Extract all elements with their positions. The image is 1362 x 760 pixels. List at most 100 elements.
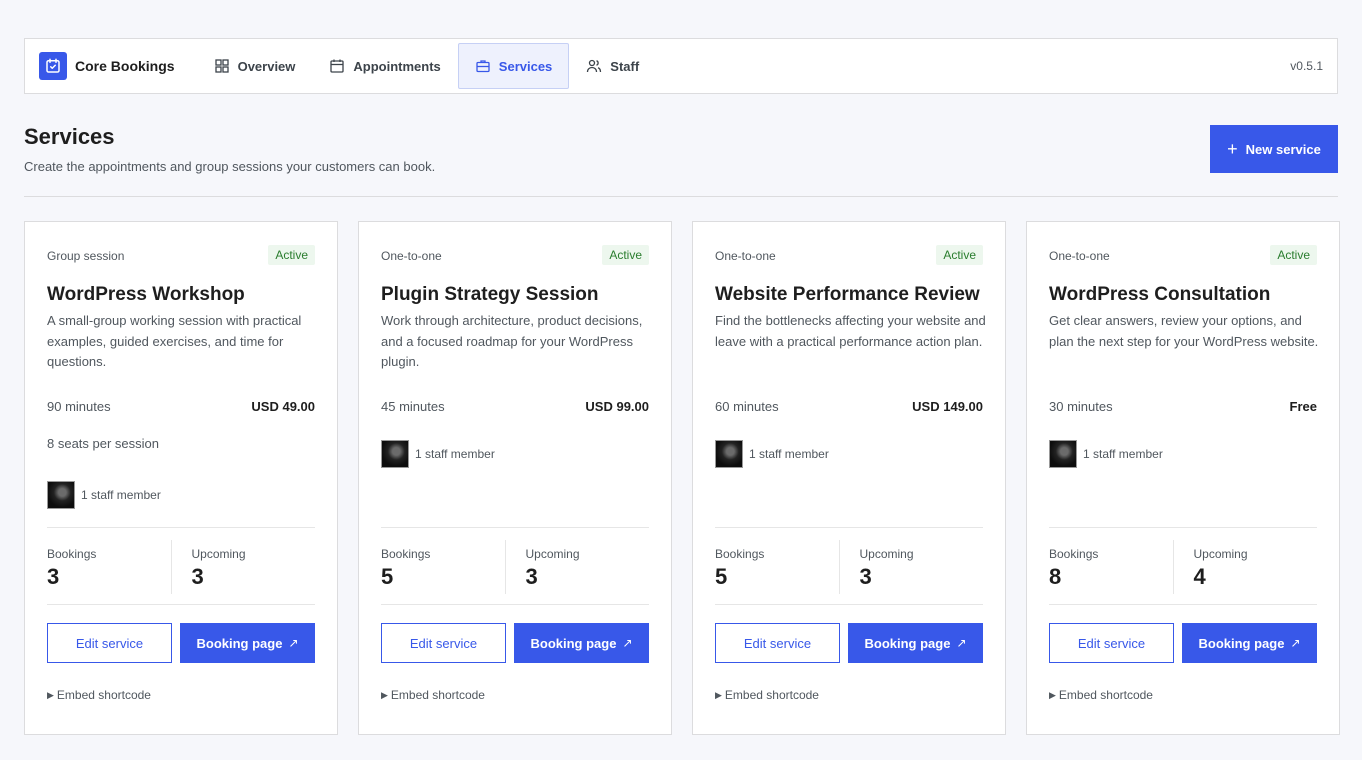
stats-divider [47,527,315,528]
nav-item-services[interactable]: Services [457,43,570,89]
service-cards: Group session Active WordPress Workshop … [24,221,1340,735]
stat-bookings: Bookings 5 [715,540,839,594]
booking-page-label: Booking page [1198,635,1285,651]
nav-item-staff[interactable]: Staff [569,43,656,89]
briefcase-icon [476,60,490,73]
calendar-check-icon [39,52,67,80]
service-type: Group session [47,249,125,263]
stat-label: Upcoming [859,547,914,561]
stat-label: Bookings [1049,547,1099,561]
stat-value: 5 [381,564,394,589]
stat-upcoming: Upcoming 4 [1172,540,1318,594]
edit-service-button[interactable]: Edit service [1049,623,1174,663]
service-name: Website Performance Review [715,284,980,305]
avatar [381,440,409,468]
embed-shortcode-toggle[interactable]: ▶ Embed shortcode [47,688,151,702]
stat-value: 3 [191,564,204,589]
stat-bookings: Bookings 8 [1049,540,1173,594]
embed-shortcode-toggle[interactable]: ▶ Embed shortcode [1049,688,1153,702]
staff-count: 1 staff member [81,488,161,502]
top-navigation: Core Bookings Overview Appointments Serv… [24,38,1338,94]
service-description: A small-group working session with pract… [47,313,302,369]
service-type: One-to-one [1049,249,1110,263]
stat-upcoming: Upcoming 3 [504,540,650,594]
nav-label: Appointments [353,58,441,74]
caret-right-icon: ▶ [715,689,722,700]
service-type: One-to-one [715,249,776,263]
service-duration: 45 minutes [381,399,445,414]
card-actions: Edit service Booking page ↗ [715,623,983,663]
nav-label: Overview [237,58,296,74]
embed-shortcode-label: Embed shortcode [56,688,151,702]
service-card: One-to-one Active Plugin Strategy Sessio… [358,221,672,735]
stat-label: Upcoming [525,547,580,561]
stats-divider [381,604,649,605]
stat-value: 3 [859,564,872,589]
stat-bookings: Bookings 3 [47,540,171,594]
service-meta: 45 minutes USD 99.00 [381,399,649,414]
service-description: Find the bottlenecks affecting your webs… [715,313,986,349]
card-actions: Edit service Booking page ↗ [381,623,649,663]
booking-page-button[interactable]: Booking page ↗ [848,623,983,663]
booking-page-label: Booking page [196,635,283,651]
stats-divider [715,527,983,528]
stat-value: 3 [525,564,538,589]
edit-service-button[interactable]: Edit service [381,623,506,663]
booking-page-label: Booking page [864,635,951,651]
version-label: v0.5.1 [1290,59,1323,73]
nav-item-overview[interactable]: Overview [197,43,313,89]
stats-divider [47,604,315,605]
booking-page-button[interactable]: Booking page ↗ [1182,623,1317,663]
staff-count: 1 staff member [415,447,495,461]
staff-count: 1 staff member [1083,447,1163,461]
edit-service-button[interactable]: Edit service [715,623,840,663]
stat-value: 8 [1049,564,1062,589]
service-card: One-to-one Active Website Performance Re… [692,221,1006,735]
staff-count: 1 staff member [749,447,829,461]
service-price: USD 99.00 [585,399,649,414]
staff-summary: 1 staff member [715,440,829,468]
stat-label: Bookings [47,547,97,561]
staff-summary: 1 staff member [47,481,161,509]
stat-value: 3 [47,564,60,589]
service-description: Work through architecture, product decis… [381,313,643,369]
avatar [1049,440,1077,468]
nav-item-appointments[interactable]: Appointments [312,43,457,89]
service-price: Free [1289,399,1317,414]
new-service-button[interactable]: + New service [1210,125,1338,173]
calendar-icon [330,59,345,73]
external-link-icon: ↗ [1290,636,1301,650]
service-name: WordPress Consultation [1049,284,1271,305]
caret-right-icon: ▶ [1049,689,1056,700]
service-name: Plugin Strategy Session [381,284,599,305]
booking-page-button[interactable]: Booking page ↗ [180,623,315,663]
new-service-label: New service [1245,141,1321,157]
avatar [715,440,743,468]
status-badge: Active [1270,245,1317,265]
stat-upcoming: Upcoming 3 [838,540,984,594]
service-stats: Bookings 5 Upcoming 3 [381,540,649,594]
main-nav: Overview Appointments Services Staff [197,39,657,93]
embed-shortcode-toggle[interactable]: ▶ Embed shortcode [381,688,485,702]
external-link-icon: ↗ [288,636,299,650]
stat-upcoming: Upcoming 3 [170,540,316,594]
service-price: USD 149.00 [912,399,983,414]
card-actions: Edit service Booking page ↗ [1049,623,1317,663]
avatar [47,481,75,509]
embed-shortcode-label: Embed shortcode [1058,688,1153,702]
stat-label: Upcoming [1193,547,1248,561]
service-duration: 60 minutes [715,399,779,414]
page-subtitle: Create the appointments and group sessio… [24,159,436,174]
service-type: One-to-one [381,249,442,263]
page-title: Services [24,124,115,149]
stats-divider [1049,604,1317,605]
card-actions: Edit service Booking page ↗ [47,623,315,663]
embed-shortcode-toggle[interactable]: ▶ Embed shortcode [715,688,819,702]
service-stats: Bookings 3 Upcoming 3 [47,540,315,594]
booking-page-button[interactable]: Booking page ↗ [514,623,649,663]
stats-divider [381,527,649,528]
users-icon [587,59,602,73]
brand[interactable]: Core Bookings [39,52,175,80]
edit-service-button[interactable]: Edit service [47,623,172,663]
service-duration: 30 minutes [1049,399,1113,414]
